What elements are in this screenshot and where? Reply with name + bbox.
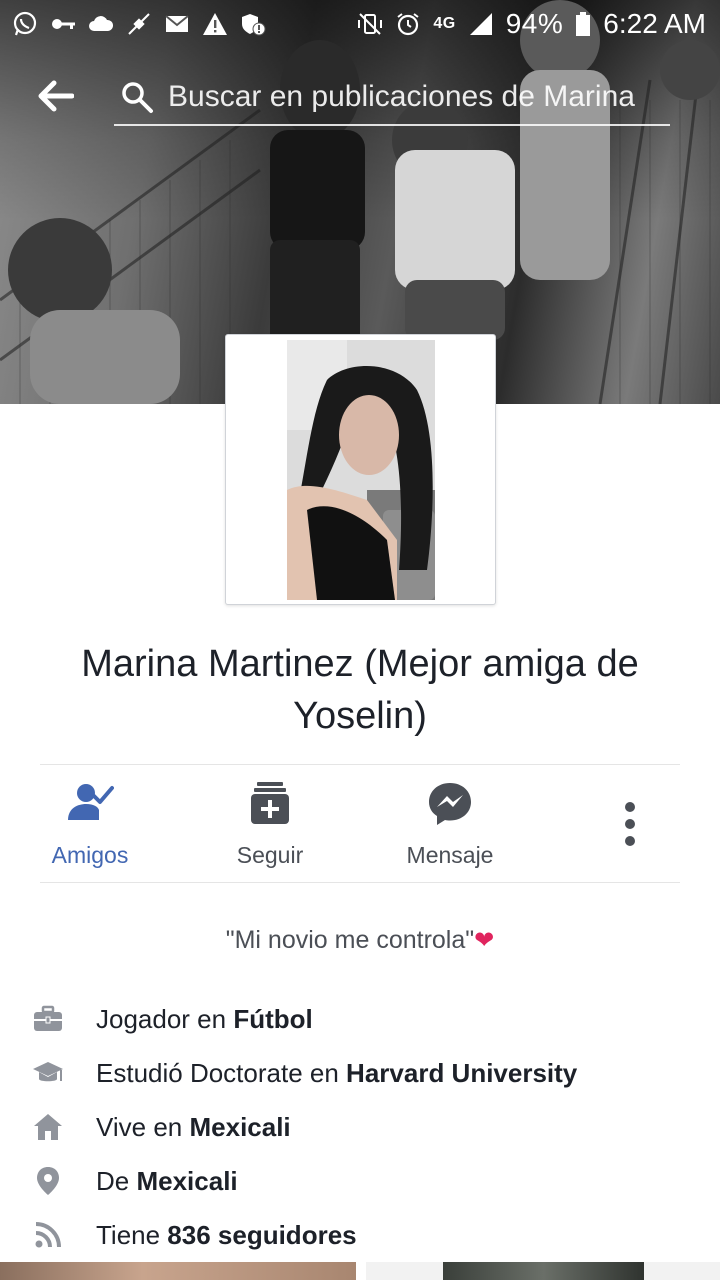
intro-education-text: Estudió Doctorate en Harvard University	[96, 1057, 578, 1088]
status-bar-right: 4G 94% 6:22 AM	[357, 8, 706, 40]
follow-icon	[246, 780, 294, 828]
photo-thumbnail[interactable]	[0, 1262, 356, 1280]
friends-check-icon	[66, 780, 114, 828]
divider-bottom	[40, 882, 680, 883]
message-label: Mensaje	[406, 842, 494, 868]
intro-followers: Tiene 836 seguidores	[0, 1208, 720, 1262]
intro-work-text: Jogador en Fútbol	[96, 1003, 313, 1034]
battery-icon	[575, 11, 591, 37]
briefcase-icon	[30, 1001, 66, 1037]
education-value-link[interactable]: Harvard University	[346, 1058, 577, 1088]
status-bar-left	[12, 11, 266, 37]
followers-value-link[interactable]: 836 seguidores	[167, 1220, 356, 1250]
search-icon	[122, 82, 153, 113]
search-bar[interactable]	[114, 70, 670, 126]
work-value-link[interactable]: Fútbol	[233, 1004, 312, 1034]
status-bar: 4G 94% 6:22 AM	[0, 0, 720, 48]
mute-vibrate-icon	[357, 11, 383, 37]
search-input[interactable]	[168, 80, 668, 114]
profile-name: Marina Martinez (Mejor amiga de Yoselin)	[81, 643, 639, 737]
intro-from: De Mexicali	[0, 1154, 720, 1208]
more-dot-icon	[625, 819, 635, 829]
network-4g-icon: 4G	[433, 15, 456, 32]
friends-label: Amigos	[51, 842, 129, 868]
whatsapp-icon	[12, 11, 38, 37]
bio: "Mi novio me controla"❤	[0, 926, 720, 955]
photo-thumbnail[interactable]	[443, 1262, 644, 1280]
intro-from-text: De Mexicali	[96, 1165, 238, 1196]
top-bar	[0, 60, 720, 132]
photo-thumbnails	[0, 1262, 720, 1280]
profile-picture[interactable]	[225, 334, 496, 605]
more-options-button[interactable]	[606, 796, 654, 852]
bio-text: "Mi novio me controla"	[225, 926, 475, 954]
follow-label: Seguir	[236, 842, 304, 868]
friends-button[interactable]: Amigos	[15, 780, 165, 876]
back-button[interactable]	[30, 72, 82, 120]
messenger-icon	[426, 780, 474, 828]
intro-education: Estudió Doctorate en Harvard University	[0, 1046, 720, 1100]
divider-top	[40, 764, 680, 765]
location-pin-icon	[30, 1163, 66, 1199]
alarm-icon	[395, 11, 421, 37]
intro-work: Jogador en Fútbol	[0, 992, 720, 1046]
from-value-link[interactable]: Mexicali	[136, 1166, 237, 1196]
intro-list: Jogador en Fútbol Estudió Doctorate en H…	[0, 992, 720, 1262]
mail-icon	[164, 11, 190, 37]
follow-button[interactable]: Seguir	[195, 780, 345, 876]
lives-value-link[interactable]: Mexicali	[189, 1112, 290, 1142]
message-button[interactable]: Mensaje	[375, 780, 525, 876]
rss-feed-icon	[30, 1217, 66, 1253]
more-dot-icon	[625, 836, 635, 846]
shield-alert-icon	[240, 11, 266, 37]
warning-icon	[202, 11, 228, 37]
cloud-icon	[88, 11, 114, 37]
graduation-cap-icon	[30, 1055, 66, 1091]
more-dot-icon	[625, 802, 635, 812]
intro-followers-text: Tiene 836 seguidores	[96, 1219, 357, 1250]
clock-time: 6:22 AM	[603, 8, 706, 39]
key-icon	[50, 11, 76, 37]
satellite-icon	[126, 11, 152, 37]
profile-photo	[287, 340, 435, 600]
signal-icon	[468, 11, 494, 37]
intro-lives: Vive en Mexicali	[0, 1100, 720, 1154]
profile-actions: Amigos Seguir Mensaje	[0, 766, 720, 882]
home-icon	[30, 1109, 66, 1145]
back-arrow-icon	[38, 80, 74, 112]
intro-lives-text: Vive en Mexicali	[96, 1111, 291, 1142]
heart-emoji: ❤	[474, 926, 495, 954]
battery-percentage: 94%	[505, 8, 564, 39]
